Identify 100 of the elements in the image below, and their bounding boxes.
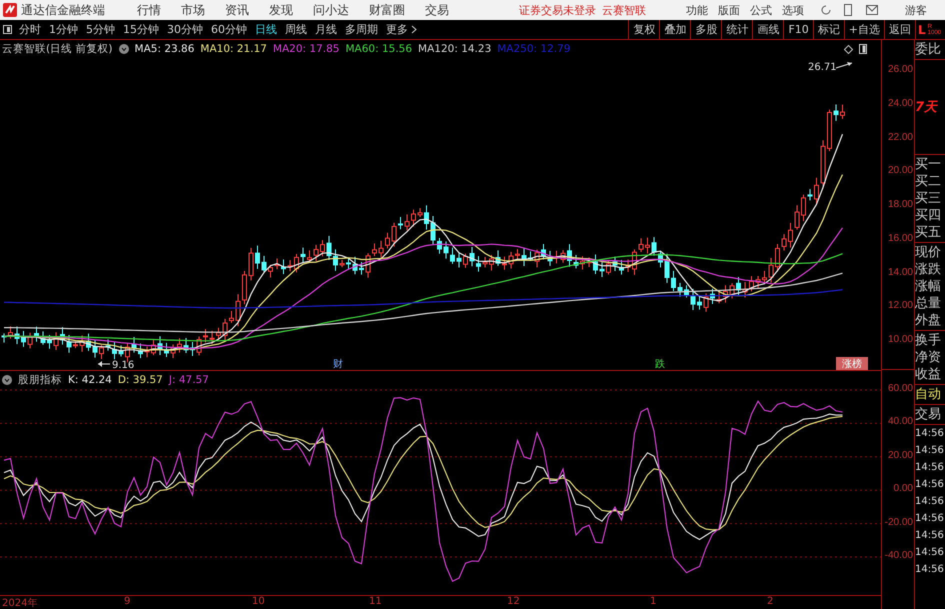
trade-time: 14:56	[915, 478, 945, 492]
status-text[interactable]: 云赛智联	[602, 2, 646, 18]
price-axis-label: 26.00	[888, 64, 913, 75]
chart-marker[interactable]: 涨榜	[842, 359, 862, 370]
menu-item[interactable]: 版面	[718, 2, 740, 18]
moving-average-value: MA250: 12.79	[497, 43, 570, 55]
trade-time: 14:56	[915, 546, 945, 560]
menu-item[interactable]: 选项	[782, 2, 804, 18]
menu-item[interactable]: 行情	[137, 2, 161, 18]
trade-time: 14:56	[915, 529, 945, 543]
panel-toggle-icon[interactable]	[859, 44, 867, 54]
price-axis-label: 24.00	[888, 98, 913, 109]
menu-item[interactable]: 问小达	[313, 2, 349, 18]
price-axis-label: 18.00	[888, 199, 913, 210]
mail-icon[interactable]	[866, 5, 878, 15]
period-tab[interactable]: 15分钟	[119, 20, 163, 39]
date-label: 11	[369, 596, 382, 607]
trades-label: 交易	[915, 406, 942, 423]
quote-field-label: 净资	[915, 349, 942, 366]
period-tab[interactable]: 分时	[15, 20, 45, 39]
quote-field-label: 买四	[915, 207, 942, 224]
menu-item[interactable]: 功能	[686, 2, 708, 18]
period-tab[interactable]: 多周期	[341, 20, 382, 39]
indicator-value: J: 47.57	[168, 374, 209, 386]
quote-field-label: 总量	[915, 295, 942, 312]
moving-average-value: MA10: 21.17	[200, 43, 267, 55]
trade-time: 14:56	[915, 427, 945, 441]
low-price-label: 9.16	[112, 360, 134, 370]
price-axis-label: 16.00	[888, 232, 913, 244]
auto-label[interactable]: 自动	[915, 386, 945, 403]
price-axis-label: 20.00	[888, 165, 913, 176]
price-axis-label: 12.00	[888, 300, 913, 312]
arrow-icon	[836, 62, 852, 68]
menu-item[interactable]: 财富圈	[369, 2, 405, 18]
menu-item[interactable]: 资讯	[225, 2, 249, 18]
date-label: 2	[767, 596, 774, 607]
period-tab[interactable]: 5分钟	[82, 20, 119, 39]
panel-label: 委比	[915, 41, 942, 58]
date-label: 10	[252, 596, 265, 607]
quote-field-label: 买二	[915, 173, 942, 190]
quote-field-label: 买一	[915, 156, 942, 173]
quote-field-label: 现价	[915, 244, 942, 261]
date-label: 2024年	[2, 597, 38, 609]
quote-field-label: 换手	[915, 332, 942, 349]
price-axis-label: 10.00	[888, 334, 913, 345]
menu-item[interactable]: 交易	[425, 2, 449, 18]
indicator-axis-label: 60.00	[888, 383, 913, 394]
quote-field-label: 涨幅	[915, 278, 942, 295]
period-tab[interactable]: 更多	[382, 20, 421, 39]
chart-marker[interactable]: 跌	[655, 359, 665, 370]
marker-background	[836, 357, 868, 370]
refresh-icon[interactable]	[820, 4, 832, 16]
period-tab[interactable]: 月线	[311, 20, 341, 39]
phone-icon[interactable]	[844, 4, 852, 16]
period-tab[interactable]: 1分钟	[45, 20, 82, 39]
indicator-axis-label: -20.00	[884, 516, 913, 528]
trade-time: 14:56	[915, 444, 945, 458]
indicator-axis-label: 20.00	[888, 450, 913, 461]
date-label: 12	[507, 596, 520, 607]
chevron-right-icon	[411, 25, 417, 34]
user-label[interactable]: 游客	[905, 2, 927, 18]
indicator-axis-label: 40.00	[888, 416, 913, 428]
trade-time: 14:56	[915, 495, 945, 509]
date-label: 1	[650, 596, 656, 607]
indicator-value: D: 39.57	[118, 374, 163, 386]
trade-time: 14:56	[915, 512, 945, 526]
indicator-value: K: 42.24	[68, 374, 112, 386]
moving-average-value: MA120: 14.23	[418, 43, 492, 55]
arrow-icon	[98, 361, 110, 367]
menu-item[interactable]: 发现	[269, 2, 293, 18]
period-tab[interactable]: 周线	[281, 20, 311, 39]
dropdown-icon[interactable]	[2, 374, 12, 384]
dropdown-icon[interactable]	[118, 44, 129, 54]
quote-field-label: 外盘	[915, 312, 942, 329]
trade-time: 14:56	[915, 563, 945, 577]
app-logo-icon	[3, 3, 17, 17]
menu-item[interactable]: 公式	[750, 2, 772, 18]
indicator-name: 股朋指标	[18, 372, 62, 386]
indicator-axis-label: 0.00	[894, 483, 913, 494]
chart-title: 云赛智联(日线 前复权)	[2, 42, 113, 56]
quote-field-label: 买五	[915, 224, 942, 241]
indicator-axis-label: -40.00	[884, 550, 913, 561]
diamond-icon[interactable]	[844, 44, 853, 54]
period-tab[interactable]: 60分钟	[207, 20, 251, 39]
quote-field-label: 收益	[915, 366, 942, 383]
chart-marker[interactable]: 财	[333, 359, 343, 370]
price-axis-label: 22.00	[888, 132, 913, 142]
quote-field-label: 涨跌	[915, 261, 942, 278]
date-label: 9	[124, 596, 130, 607]
menu-item[interactable]: 市场	[181, 2, 205, 18]
period-tab[interactable]: 30分钟	[163, 20, 207, 39]
moving-average-value: MA60: 15.56	[345, 43, 412, 55]
quote-field-label: 买三	[915, 190, 942, 207]
status-text: 证券交易未登录	[519, 2, 596, 18]
trade-time: 14:56	[915, 461, 945, 475]
period-tab[interactable]: 日线	[251, 20, 281, 39]
high-price-label: 26.71	[808, 62, 837, 73]
moving-average-value: MA5: 23.86	[134, 43, 194, 55]
promo-badge[interactable]: 7天	[915, 98, 938, 116]
panel-toggle-icon[interactable]	[3, 25, 12, 34]
